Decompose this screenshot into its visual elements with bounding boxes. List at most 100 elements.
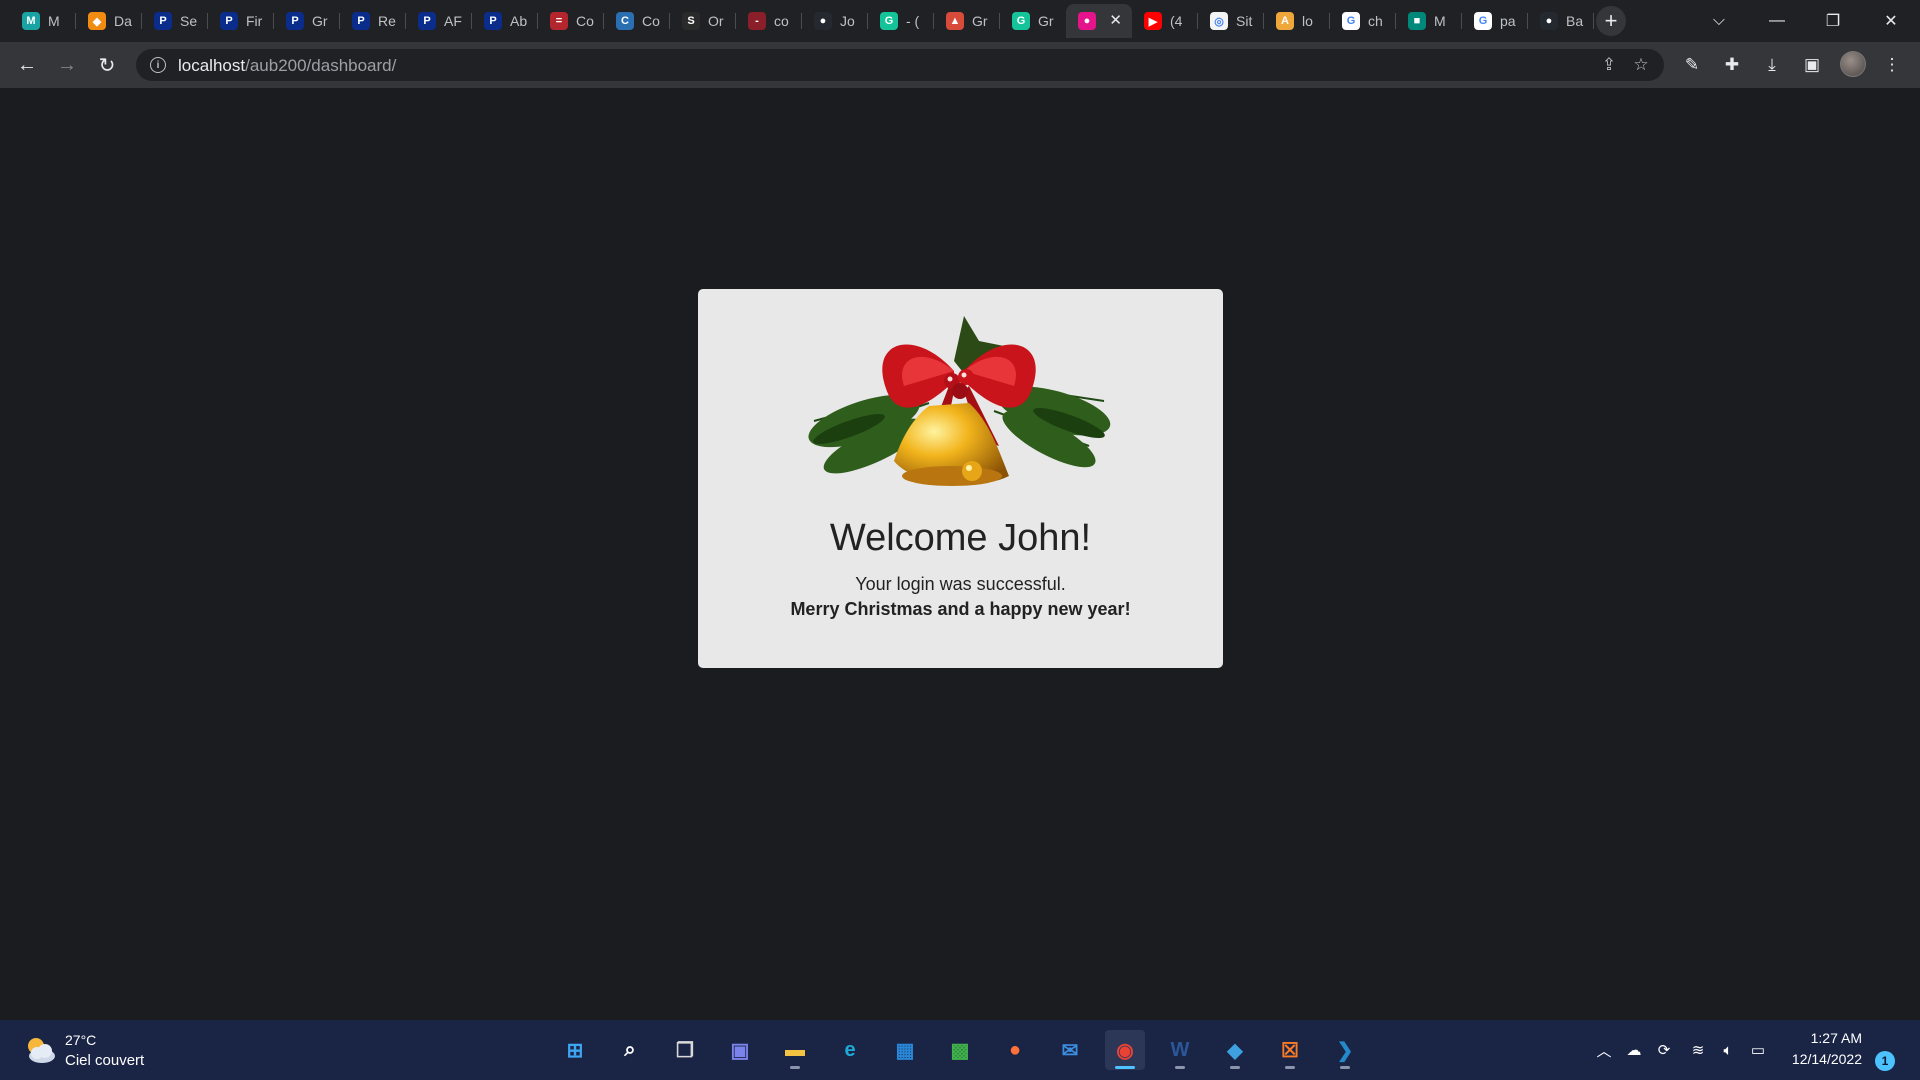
browser-tab[interactable]: ◆ Da — [76, 4, 142, 38]
mail-button[interactable]: ✉ — [1050, 1030, 1090, 1070]
bookmark-star-icon[interactable]: ☆ — [1630, 54, 1652, 76]
onedrive-cloud-icon[interactable]: ☁ — [1624, 1040, 1644, 1060]
tab-title: AF — [444, 13, 462, 29]
restore-button[interactable]: ❐ — [1808, 0, 1858, 42]
welcome-card: Welcome John! Your login was successful.… — [698, 289, 1223, 668]
browser-tab[interactable]: ■ M — [1396, 4, 1462, 38]
browser-tab[interactable]: ◎ Sit — [1198, 4, 1264, 38]
browser-tab[interactable]: P Se — [142, 4, 208, 38]
browser-tab[interactable]: P AF — [406, 4, 472, 38]
tab-title: M — [48, 13, 60, 29]
sync-icon[interactable]: ⟳ — [1654, 1040, 1674, 1060]
url-text[interactable]: localhost/aub200/dashboard/ — [178, 56, 396, 76]
vscode-button[interactable]: ❯ — [1325, 1030, 1365, 1070]
show-hidden-icons-chevron-icon[interactable]: ︿ — [1594, 1040, 1614, 1060]
side-panel-icon[interactable]: ▣ — [1800, 53, 1824, 77]
menu-kebab-icon[interactable]: ⋮ — [1880, 53, 1904, 77]
start-button[interactable]: ⊞ — [555, 1030, 595, 1070]
forward-button[interactable]: → — [52, 50, 82, 80]
mail-icon: ✉ — [1061, 1039, 1079, 1062]
tab-title: Re — [378, 13, 396, 29]
browser-tab[interactable]: ● ✕ — [1066, 4, 1132, 38]
browser-tab[interactable]: ● Jo — [802, 4, 868, 38]
browser-tab[interactable]: Gch — [1330, 4, 1396, 38]
flag-icon: = — [550, 12, 568, 30]
tab-title: Ba — [1566, 13, 1584, 29]
browser-tab[interactable]: - co — [736, 4, 802, 38]
address-bar[interactable]: i localhost/aub200/dashboard/ ⇪ ☆ — [136, 49, 1664, 81]
new-tab-button[interactable]: + — [1596, 6, 1626, 36]
cloudy-weather-icon[interactable] — [22, 1032, 58, 1068]
weather-temperature[interactable]: 27°C — [65, 1032, 96, 1048]
clock-date[interactable]: 12/14/2022 — [1792, 1051, 1862, 1067]
download-icon[interactable]: ⤓ — [1760, 53, 1784, 77]
tab-strip: M M ◆ Da P Se P Fir P Gr P Re P AF P Ab = Co C Co S Or - co ● Jo G… — [0, 0, 1920, 42]
flame-icon: ◆ — [88, 12, 106, 30]
word-icon: W — [1170, 1038, 1190, 1061]
tab-title: Ab — [510, 13, 528, 29]
close-window-button[interactable]: ✕ — [1866, 0, 1916, 42]
browser-tab[interactable]: Gpa — [1462, 4, 1528, 38]
p-icon: P — [352, 12, 370, 30]
login-success-text: Your login was successful. — [855, 574, 1066, 594]
notification-badge[interactable]: 1 — [1875, 1051, 1895, 1071]
browser-tab[interactable]: = Co — [538, 4, 604, 38]
chrome-button[interactable]: ◉ — [1105, 1030, 1145, 1070]
chat-button[interactable]: ▣ — [720, 1030, 760, 1070]
weather-condition[interactable]: Ciel couvert — [65, 1052, 144, 1069]
minimize-button[interactable]: — — [1752, 0, 1802, 42]
tab-title: Gr — [1038, 13, 1054, 29]
running-indicator — [1285, 1066, 1295, 1069]
firefox-button[interactable]: ● — [995, 1030, 1035, 1070]
extensions-puzzle-icon[interactable]: ✚ — [1720, 53, 1744, 77]
share-icon[interactable]: ⇪ — [1598, 54, 1620, 76]
browser-tab[interactable]: P Fir — [208, 4, 274, 38]
pen-extension-icon[interactable]: ✎ — [1680, 53, 1704, 77]
browser-tab[interactable]: C Co — [604, 4, 670, 38]
circle-arrow-icon: C — [616, 12, 634, 30]
clock-time[interactable]: 1:27 AM — [1811, 1030, 1862, 1046]
browser-tab[interactable]: P Ab — [472, 4, 538, 38]
store-button[interactable]: ▦ — [885, 1030, 925, 1070]
browser-tab[interactable]: ▶ (4 — [1132, 4, 1198, 38]
browser-tab[interactable]: G - ( — [868, 4, 934, 38]
browser-tab[interactable]: MM — [10, 4, 76, 38]
christmas-bell-image — [808, 316, 1111, 486]
browser-tab[interactable]: G Gr — [1000, 4, 1066, 38]
record-icon: ◎ — [1210, 12, 1228, 30]
reload-button[interactable]: ↻ — [92, 50, 122, 80]
github-icon: ● — [814, 12, 832, 30]
search-button[interactable]: ⌕ — [610, 1030, 650, 1070]
xampp-button[interactable]: ☒ — [1270, 1030, 1310, 1070]
tab-search-chevron-icon[interactable]: ⌵ — [1694, 0, 1744, 42]
browser-tab[interactable]: ▲ Gr — [934, 4, 1000, 38]
chrome-icon: ◉ — [1116, 1039, 1134, 1062]
git-button[interactable]: ◆ — [1215, 1030, 1255, 1070]
browser-tab[interactable]: S Or — [670, 4, 736, 38]
tab-title: Co — [642, 13, 660, 29]
task-view-button[interactable]: ❐ — [665, 1030, 705, 1070]
site-info-icon[interactable]: i — [150, 57, 166, 73]
welcome-heading: Welcome John! — [829, 517, 1092, 559]
edge-button[interactable]: e — [830, 1030, 870, 1070]
tab-title: Jo — [840, 13, 855, 29]
profile-avatar[interactable] — [1840, 51, 1866, 77]
tab-close-icon[interactable]: ✕ — [1109, 11, 1122, 29]
browser-tab[interactable]: ● Ba — [1528, 4, 1594, 38]
tab-list: M M ◆ Da P Se P Fir P Gr P Re P AF P Ab = Co C Co S Or - co ● Jo G… — [10, 4, 1594, 38]
youtube-icon: ▶ — [1144, 12, 1162, 30]
browser-tab[interactable]: P Re — [340, 4, 406, 38]
word-button[interactable]: W — [1160, 1030, 1200, 1070]
browser-tab[interactable]: P Gr — [274, 4, 340, 38]
back-button[interactable]: ← — [12, 50, 42, 80]
p-icon: P — [220, 12, 238, 30]
vscode-icon: ❯ — [1336, 1039, 1354, 1062]
gamepass-button[interactable]: ▩ — [940, 1030, 980, 1070]
running-indicator — [1340, 1066, 1350, 1069]
browser-tab[interactable]: Alo — [1264, 4, 1330, 38]
url-host: localhost — [178, 56, 246, 75]
file-explorer-button[interactable]: ▬ — [775, 1030, 815, 1070]
volume-icon[interactable]: 🔈︎ — [1718, 1040, 1738, 1060]
wifi-icon[interactable]: ≋ — [1688, 1040, 1708, 1060]
battery-icon[interactable]: ▭ — [1748, 1040, 1768, 1060]
